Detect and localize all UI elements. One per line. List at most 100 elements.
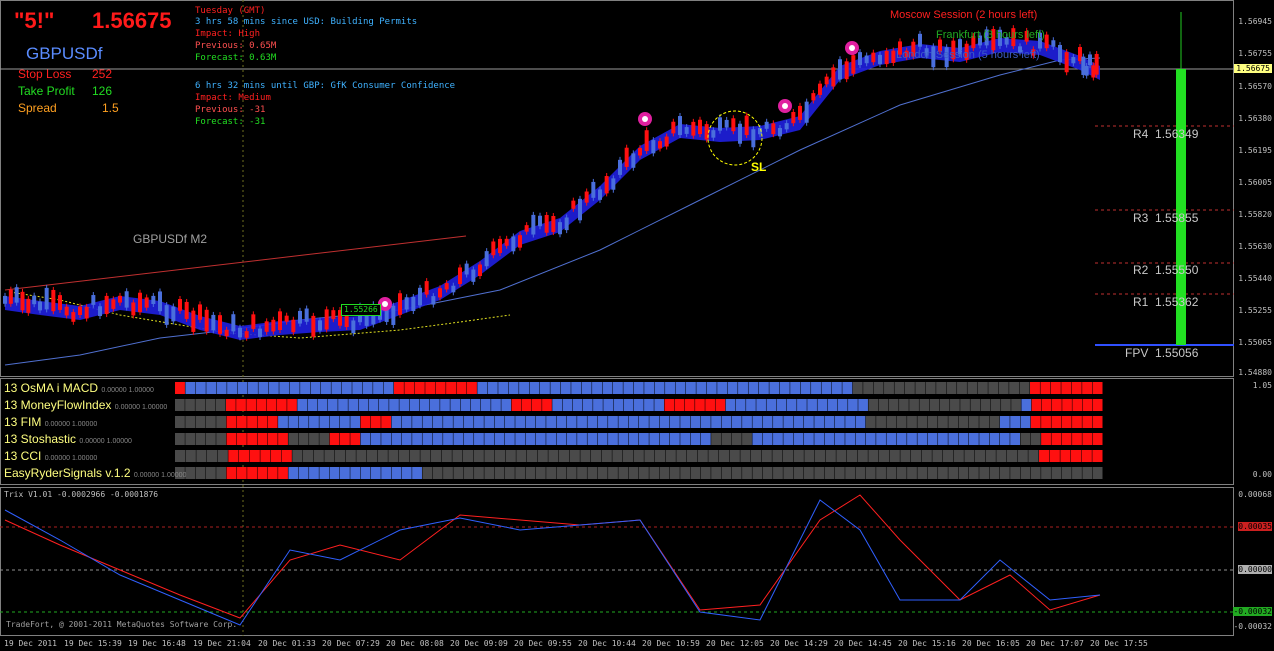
indicator-block <box>1051 467 1062 479</box>
indicator-block <box>857 450 868 462</box>
indicator-block <box>319 467 330 479</box>
indicator-block <box>511 399 522 411</box>
indicator-block <box>388 450 399 462</box>
indicator-block <box>1061 416 1072 428</box>
indicator-block <box>404 382 415 394</box>
indicator-block <box>373 382 384 394</box>
entry-price-box[interactable]: 1.55266 <box>341 304 381 316</box>
indicator-block <box>401 467 412 479</box>
indicator-block <box>762 416 773 428</box>
candle-body <box>311 315 316 337</box>
indicator-block <box>821 382 832 394</box>
indicator-block <box>597 467 608 479</box>
indicator-block <box>546 467 557 479</box>
indicator-block <box>735 399 746 411</box>
indicator-block <box>453 416 464 428</box>
indicator-block <box>1082 467 1093 479</box>
indicator-block <box>317 399 328 411</box>
indicator-block <box>876 467 886 479</box>
indicator-block <box>811 382 821 394</box>
indicator-block <box>602 382 613 394</box>
time-tick: 19 Dec 16:48 <box>128 639 186 648</box>
indicator-block <box>236 399 246 411</box>
main-price-chart[interactable] <box>0 0 1274 651</box>
candle-body <box>124 291 129 308</box>
time-tick: 20 Dec 09:09 <box>450 639 508 648</box>
candle-body <box>498 238 502 254</box>
indicator-block <box>556 433 567 445</box>
candle-body <box>44 287 49 310</box>
indicator-block <box>675 382 686 394</box>
trix-axis-tick: 0.00000 <box>1238 565 1272 574</box>
indicator-block <box>790 382 801 394</box>
indicator-block <box>738 382 748 394</box>
indicator-block <box>535 416 546 428</box>
indicator-block <box>751 450 762 462</box>
candle-body <box>458 267 462 284</box>
ribbon-band <box>5 38 1100 340</box>
indicator-block <box>725 399 736 411</box>
indicator-block <box>216 433 227 445</box>
moving-average-line <box>4 57 1101 366</box>
indicator-block <box>705 399 715 411</box>
trix-panel-border <box>0 487 1234 636</box>
indicator-block <box>761 450 772 462</box>
indicator-block <box>927 467 938 479</box>
trix-header: Trix V1.01 -0.0002966 -0.0001876 <box>4 490 159 499</box>
indicator-block <box>868 399 879 411</box>
candle-body <box>144 297 149 308</box>
indicator-block <box>1030 416 1041 428</box>
indicator-block <box>628 433 639 445</box>
indicator-block <box>879 450 890 462</box>
indicator-block <box>644 382 655 394</box>
indicator-block <box>855 467 866 479</box>
indicator-block <box>711 416 721 428</box>
trix-signal-line <box>4 499 1101 626</box>
indicator-block <box>618 433 629 445</box>
indicator-block <box>288 433 299 445</box>
copyright: TradeFort, @ 2001-2011 MetaQuotes Softwa… <box>6 620 238 629</box>
indicator-block <box>762 467 773 479</box>
candle-body <box>598 189 602 200</box>
indicator-block <box>368 399 379 411</box>
indicator-block <box>587 416 598 428</box>
candle-body <box>20 291 25 311</box>
indicator-block <box>205 433 216 445</box>
indicator-block <box>370 416 381 428</box>
indicator-block <box>618 467 629 479</box>
indicator-block <box>339 467 350 479</box>
indicator-block <box>649 433 660 445</box>
candle-body <box>831 67 836 87</box>
indicator-block <box>1028 450 1039 462</box>
indicator-block <box>466 382 477 394</box>
indicator-block <box>999 433 1010 445</box>
candle-body <box>1064 52 1069 73</box>
candle-body <box>671 121 676 134</box>
indicator-block <box>845 433 856 445</box>
indicator-block <box>855 416 866 428</box>
indicator-block <box>298 467 309 479</box>
indicator-block <box>855 433 866 445</box>
candle-body <box>731 118 736 132</box>
indicator-block <box>834 467 845 479</box>
candle-body <box>431 296 436 305</box>
candle-body <box>1044 34 1049 49</box>
indicator-block <box>519 382 530 394</box>
indicator-block <box>644 399 654 411</box>
indicator-block <box>721 467 732 479</box>
indicator-block <box>484 433 495 445</box>
candle-body <box>424 281 429 295</box>
price-tick: 1.56570 <box>1238 82 1272 91</box>
indicator-block <box>289 382 300 394</box>
indicator-block <box>195 416 206 428</box>
indicator-block <box>257 433 268 445</box>
candle-body <box>191 310 196 332</box>
indicator-block <box>886 467 897 479</box>
candle-body <box>511 236 516 252</box>
indicator-block <box>401 433 412 445</box>
indicator-block <box>582 399 593 411</box>
indicator-block <box>1092 433 1103 445</box>
indicator-block <box>504 467 515 479</box>
price-tick: 1.56195 <box>1238 146 1272 155</box>
candle-body <box>238 327 242 338</box>
